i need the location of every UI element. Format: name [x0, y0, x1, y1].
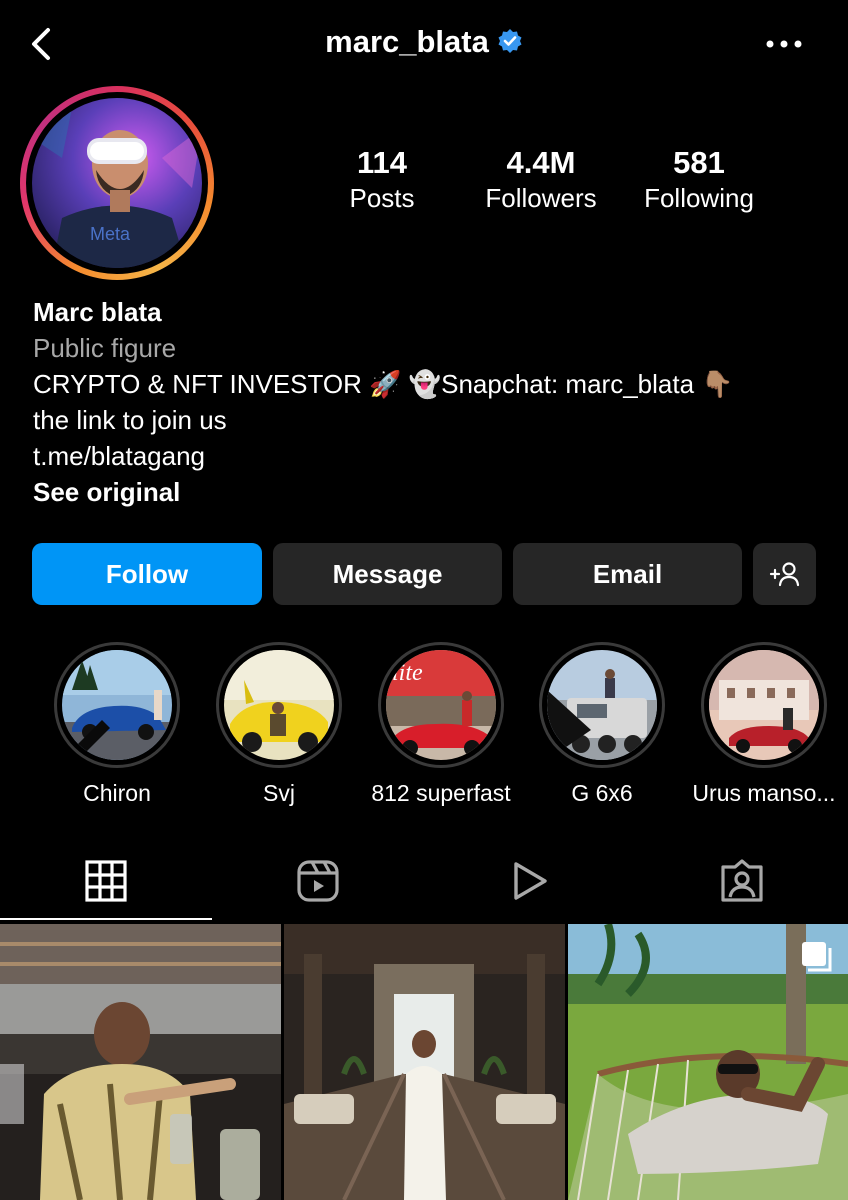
highlight-item[interactable]: Svj: [199, 642, 359, 807]
tagged-person-icon: [721, 859, 763, 902]
display-name: Marc blata: [33, 297, 162, 327]
story-ring[interactable]: Meta: [20, 86, 214, 280]
post-thumbnail[interactable]: [284, 924, 565, 1200]
highlight-item[interactable]: Chiron: [37, 642, 197, 807]
highlight-label: Chiron: [83, 780, 151, 806]
followers-label: Followers: [485, 183, 597, 213]
play-icon: [514, 862, 547, 900]
elite-sign-text: lite: [392, 660, 423, 686]
profile-header: marc_blata: [0, 0, 848, 90]
profile-tabs: [0, 840, 848, 922]
profile-bio: Marc blata Public figure CRYPTO & NFT IN…: [33, 294, 734, 510]
grid-icon: [85, 860, 127, 902]
follow-button[interactable]: Follow: [32, 543, 262, 605]
post-thumbnail[interactable]: [568, 924, 848, 1200]
following-count: 581: [673, 145, 725, 180]
tab-videos[interactable]: [424, 840, 636, 922]
following-stat[interactable]: 581 Following: [628, 145, 770, 214]
highlight-partial[interactable]: [0, 642, 15, 768]
bio-line: CRYPTO & NFT INVESTOR 🚀 👻Snapchat: marc_…: [33, 369, 734, 399]
active-tab-indicator: [0, 918, 212, 920]
tab-tagged[interactable]: [636, 840, 848, 922]
highlight-label: Svj: [263, 780, 295, 806]
highlight-item[interactable]: lite 812 superfast: [361, 642, 521, 807]
posts-label: Posts: [349, 183, 415, 213]
bio-line: the link to join us: [33, 405, 227, 435]
highlight-label: G 6x6: [571, 780, 633, 806]
carousel-icon: [802, 942, 832, 972]
avatar-shirt-text: Meta: [90, 224, 131, 244]
add-person-icon: [769, 562, 799, 587]
following-label: Following: [644, 183, 754, 213]
followers-stat[interactable]: 4.4M Followers: [471, 145, 611, 214]
email-button[interactable]: Email: [513, 543, 742, 605]
post-thumbnail[interactable]: [0, 924, 281, 1200]
username-label: marc_blata: [325, 24, 489, 59]
highlight-item[interactable]: Urus manso...: [684, 642, 844, 807]
more-options-icon[interactable]: [764, 38, 804, 50]
verified-badge-icon: [498, 28, 522, 53]
tab-posts-grid[interactable]: [0, 840, 212, 922]
category-label: Public figure: [33, 333, 177, 363]
followers-count: 4.4M: [506, 145, 576, 180]
posts-grid: [0, 924, 848, 1200]
message-button[interactable]: Message: [273, 543, 502, 605]
posts-stat[interactable]: 114 Posts: [322, 145, 442, 214]
suggest-users-button[interactable]: [753, 543, 816, 605]
avatar[interactable]: Meta: [32, 98, 202, 268]
highlight-item[interactable]: G 6x6: [522, 642, 682, 807]
posts-count: 114: [356, 145, 407, 180]
bio-link[interactable]: t.me/blatagang: [33, 438, 734, 474]
reels-icon: [297, 860, 339, 902]
see-original-link[interactable]: See original: [33, 474, 734, 510]
highlight-label: Urus manso...: [692, 780, 836, 806]
page-title: marc_blata: [0, 24, 848, 60]
tab-reels[interactable]: [212, 840, 424, 922]
highlight-label: 812 superfast: [371, 780, 511, 806]
